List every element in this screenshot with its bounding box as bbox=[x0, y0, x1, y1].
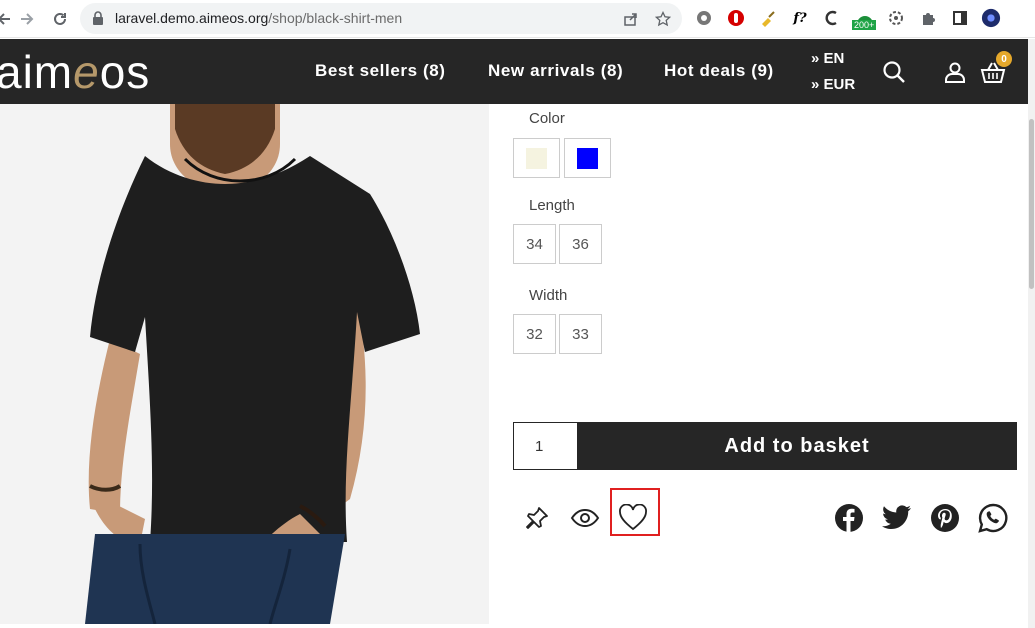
width-option-32[interactable]: 32 bbox=[513, 314, 556, 354]
user-icon[interactable] bbox=[940, 57, 970, 87]
length-label: Length bbox=[529, 197, 575, 214]
width-option-33[interactable]: 33 bbox=[559, 314, 602, 354]
extension-broom-icon[interactable] bbox=[758, 8, 778, 28]
site-logo[interactable]: aimeos bbox=[0, 45, 150, 99]
currency-selector[interactable]: » EUR bbox=[811, 76, 855, 93]
page-scrollbar[interactable] bbox=[1028, 39, 1035, 628]
browser-toolbar: laravel.demo.aimeos.org/shop/black-shirt… bbox=[0, 0, 1035, 38]
scrollbar-thumb[interactable] bbox=[1029, 119, 1034, 289]
product-image[interactable] bbox=[0, 104, 489, 624]
logo-text-accent: e bbox=[73, 46, 100, 98]
basket-count-badge: 0 bbox=[996, 51, 1012, 67]
facebook-icon[interactable] bbox=[831, 500, 867, 536]
extension-formula-icon[interactable]: f? bbox=[790, 8, 810, 28]
extensions-puzzle-icon[interactable] bbox=[918, 8, 938, 28]
address-bar[interactable]: laravel.demo.aimeos.org/shop/black-shirt… bbox=[80, 3, 682, 34]
language-selector[interactable]: » EN bbox=[811, 50, 844, 67]
menu-best-sellers[interactable]: Best sellers (8) bbox=[315, 61, 446, 81]
extension-badge: 200+ bbox=[852, 20, 877, 30]
extension-settings-icon[interactable] bbox=[886, 8, 906, 28]
twitter-icon[interactable] bbox=[879, 500, 915, 536]
url-path: /shop/black-shirt-men bbox=[268, 10, 403, 26]
pinterest-icon[interactable] bbox=[927, 500, 963, 536]
color-chip bbox=[526, 147, 547, 169]
length-option-34[interactable]: 34 bbox=[513, 224, 556, 264]
bookmark-star-icon[interactable] bbox=[653, 9, 673, 29]
side-panel-icon[interactable] bbox=[950, 8, 970, 28]
extension-c-icon[interactable] bbox=[822, 8, 842, 28]
extension-gear-icon[interactable] bbox=[694, 8, 714, 28]
color-label: Color bbox=[529, 110, 565, 127]
profile-avatar[interactable] bbox=[981, 8, 1001, 28]
share-icon[interactable] bbox=[621, 9, 641, 29]
logo-text-end: os bbox=[99, 46, 151, 98]
url-domain: laravel.demo.aimeos.org bbox=[115, 10, 269, 26]
menu-new-arrivals[interactable]: New arrivals (8) bbox=[488, 61, 623, 81]
back-icon[interactable] bbox=[0, 7, 16, 31]
color-swatch-cream[interactable] bbox=[513, 138, 560, 178]
color-chip bbox=[577, 147, 598, 169]
add-to-basket-button[interactable]: Add to basket bbox=[577, 422, 1017, 470]
lock-icon bbox=[92, 11, 104, 30]
watch-eye-icon[interactable] bbox=[567, 500, 603, 536]
quantity-input[interactable]: 1 bbox=[513, 422, 578, 470]
extension-counter-icon[interactable]: 200+ bbox=[852, 8, 878, 30]
length-option-36[interactable]: 36 bbox=[559, 224, 602, 264]
forward-icon[interactable] bbox=[15, 7, 39, 31]
menu-hot-deals[interactable]: Hot deals (9) bbox=[664, 61, 774, 81]
site-header: aimeos Best sellers (8) New arrivals (8)… bbox=[0, 39, 1028, 104]
width-label: Width bbox=[529, 287, 568, 304]
whatsapp-icon[interactable] bbox=[975, 500, 1011, 536]
highlight-box bbox=[610, 488, 660, 536]
search-icon[interactable] bbox=[879, 57, 909, 87]
url-text: laravel.demo.aimeos.org/shop/black-shirt… bbox=[115, 10, 402, 26]
color-swatch-blue[interactable] bbox=[564, 138, 611, 178]
extension-opera-icon[interactable] bbox=[726, 8, 746, 28]
logo-text-start: aim bbox=[0, 46, 74, 98]
reload-icon[interactable] bbox=[48, 7, 72, 31]
pin-icon[interactable] bbox=[519, 500, 555, 536]
